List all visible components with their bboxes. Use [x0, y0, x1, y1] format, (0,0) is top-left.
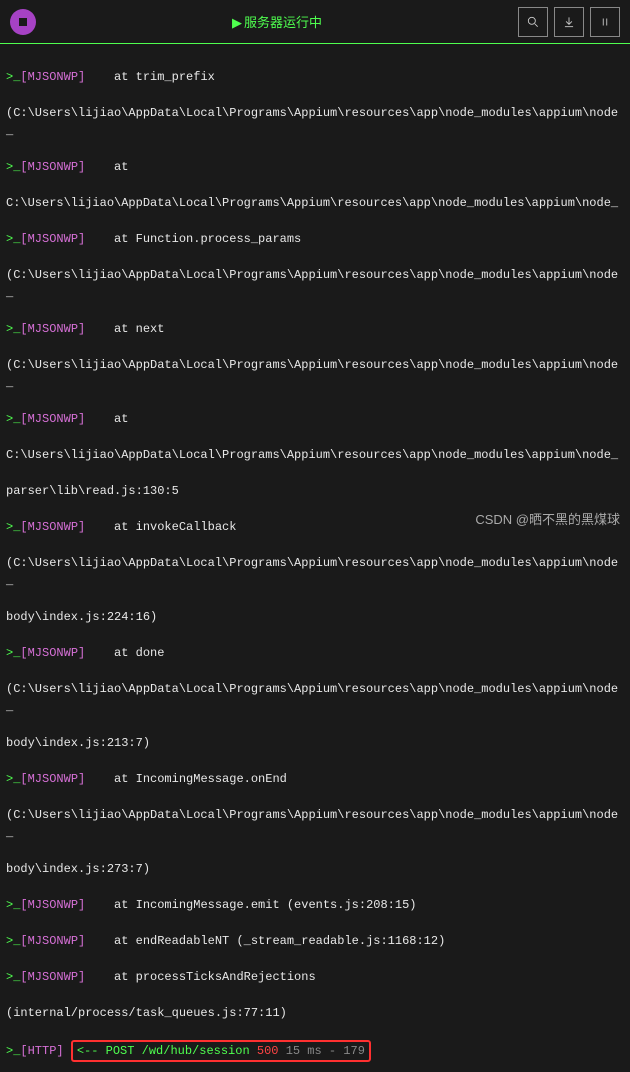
log-path: body\index.js:224:16): [6, 608, 624, 626]
log-tag: [MJSONWP]: [20, 898, 85, 912]
log-line: >_[MJSONWP] at processTicksAndRejections: [6, 968, 624, 986]
search-icon: [526, 15, 540, 29]
log-path: body\index.js:213:7): [6, 734, 624, 752]
log-path: (C:\Users\lijiao\AppData\Local\Programs\…: [6, 806, 624, 842]
log-text: at IncomingMessage.emit (events.js:208:1…: [85, 898, 416, 912]
log-text: at next: [85, 322, 164, 336]
log-path: C:\Users\lijiao\AppData\Local\Programs\A…: [6, 446, 624, 464]
pause-icon: [598, 15, 612, 29]
http-line: >_[HTTP] <-- POST /wd/hub/session 500 15…: [6, 1040, 624, 1062]
http-status: 500: [257, 1044, 279, 1058]
log-tag: [MJSONWP]: [20, 70, 85, 84]
prompt-icon: >_: [6, 520, 20, 534]
log-text: at invokeCallback: [85, 520, 236, 534]
log-line: >_[MJSONWP] at: [6, 410, 624, 428]
log-path: parser\lib\read.js:130:5: [6, 482, 624, 500]
log-path: (C:\Users\lijiao\AppData\Local\Programs\…: [6, 680, 624, 716]
log-tag: [MJSONWP]: [20, 772, 85, 786]
log-text: at: [85, 412, 128, 426]
log-tag: [MJSONWP]: [20, 970, 85, 984]
stop-icon: [19, 18, 27, 26]
log-line: >_[MJSONWP] at done: [6, 644, 624, 662]
log-tag: [MJSONWP]: [20, 412, 85, 426]
prompt-icon: >_: [6, 898, 20, 912]
prompt-icon: >_: [6, 232, 20, 246]
log-tag: [MJSONWP]: [20, 232, 85, 246]
log-line: >_[MJSONWP] at endReadableNT (_stream_re…: [6, 932, 624, 950]
prompt-icon: >_: [6, 322, 20, 336]
log-text: at endReadableNT (_stream_readable.js:11…: [85, 934, 445, 948]
http-highlight: <-- POST /wd/hub/session 500 15 ms - 179: [71, 1040, 371, 1062]
http-arrow: <--: [77, 1044, 99, 1058]
header-bar: ▶服务器运行中: [0, 0, 630, 44]
log-line: >_[MJSONWP] at IncomingMessage.emit (eve…: [6, 896, 624, 914]
http-method: POST /wd/hub/session: [106, 1044, 250, 1058]
terminal-output: >_[MJSONWP] at trim_prefix (C:\Users\lij…: [0, 44, 630, 1072]
status-icon: ▶: [232, 16, 242, 31]
log-text: at Function.process_params: [85, 232, 301, 246]
pause-button[interactable]: [590, 7, 620, 37]
log-path: (internal/process/task_queues.js:77:11): [6, 1004, 624, 1022]
log-path: (C:\Users\lijiao\AppData\Local\Programs\…: [6, 356, 624, 392]
search-button[interactable]: [518, 7, 548, 37]
prompt-icon: >_: [6, 1044, 20, 1058]
watermark: CSDN @晒不黑的黑煤球: [475, 509, 620, 528]
status-label: 服务器运行中: [244, 16, 322, 31]
prompt-icon: >_: [6, 772, 20, 786]
log-tag: [MJSONWP]: [20, 646, 85, 660]
log-path: body\index.js:273:7): [6, 860, 624, 878]
log-line: >_[MJSONWP] at trim_prefix: [6, 68, 624, 86]
prompt-icon: >_: [6, 70, 20, 84]
prompt-icon: >_: [6, 412, 20, 426]
log-text: at: [85, 160, 128, 174]
log-line: >_[MJSONWP] at Function.process_params: [6, 230, 624, 248]
log-path: (C:\Users\lijiao\AppData\Local\Programs\…: [6, 266, 624, 302]
log-path: (C:\Users\lijiao\AppData\Local\Programs\…: [6, 104, 624, 140]
log-tag: [MJSONWP]: [20, 322, 85, 336]
log-path: (C:\Users\lijiao\AppData\Local\Programs\…: [6, 554, 624, 590]
log-tag: [MJSONWP]: [20, 520, 85, 534]
log-text: at processTicksAndRejections: [85, 970, 315, 984]
stop-button[interactable]: [10, 9, 36, 35]
log-tag: [MJSONWP]: [20, 160, 85, 174]
log-text: at IncomingMessage.onEnd: [85, 772, 287, 786]
log-path: C:\Users\lijiao\AppData\Local\Programs\A…: [6, 194, 624, 212]
log-line: >_[MJSONWP] at IncomingMessage.onEnd: [6, 770, 624, 788]
http-time: 15 ms - 179: [286, 1044, 365, 1058]
header-buttons: [518, 7, 620, 37]
status-text: ▶服务器运行中: [36, 12, 518, 31]
http-tag: [HTTP]: [20, 1044, 63, 1058]
download-icon: [562, 15, 576, 29]
log-line: >_[MJSONWP] at: [6, 158, 624, 176]
prompt-icon: >_: [6, 934, 20, 948]
prompt-icon: >_: [6, 160, 20, 174]
prompt-icon: >_: [6, 970, 20, 984]
log-text: at done: [85, 646, 164, 660]
prompt-icon: >_: [6, 646, 20, 660]
log-line: >_[MJSONWP] at next: [6, 320, 624, 338]
log-tag: [MJSONWP]: [20, 934, 85, 948]
download-button[interactable]: [554, 7, 584, 37]
log-text: at trim_prefix: [85, 70, 215, 84]
